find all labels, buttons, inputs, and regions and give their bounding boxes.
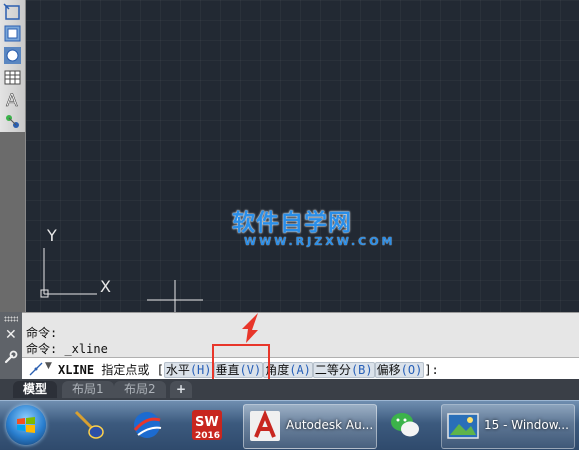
add-layout-button[interactable]: + [170, 381, 193, 398]
ucs-overlay: Y X [40, 226, 203, 312]
wrench-icon[interactable] [4, 350, 18, 364]
taskbar-autocad-label: Autodesk Au... [286, 418, 374, 432]
guitar-app-icon[interactable] [72, 408, 106, 442]
tab-layout2[interactable]: 布局2 [114, 381, 166, 398]
point-style-icon[interactable] [3, 112, 22, 131]
close-icon[interactable]: ✕ [5, 327, 17, 343]
circle-tool-icon[interactable] [3, 46, 22, 65]
ucs-icon [40, 248, 97, 298]
watermark: 软件自学网 WWW.RJZXW.COM [232, 210, 396, 248]
command-window-sidebar: ✕ [0, 312, 22, 379]
autocad-icon [250, 409, 280, 441]
text-tool-icon[interactable]: A [3, 90, 22, 109]
svg-text:A: A [6, 91, 18, 109]
solidworks-icon[interactable]: SW 2016 [190, 408, 224, 442]
chevron-down-icon[interactable]: ▼ [45, 361, 52, 371]
ucs-x-label: X [100, 277, 111, 296]
tab-layout1[interactable]: 布局1 [62, 381, 114, 398]
command-prompt-text: 指定点或 [ [94, 363, 164, 377]
table-icon[interactable] [3, 68, 22, 87]
ucs-y-label: Y [46, 226, 57, 245]
option-bisect[interactable]: 二等分(B) [312, 362, 375, 378]
tab-model[interactable]: 模型 [13, 381, 58, 398]
command-history-line: 命令: _xline [26, 342, 108, 356]
tool-palette: A [0, 0, 26, 312]
windows-logo-icon [17, 417, 35, 433]
solidworks-year: 2016 [195, 431, 220, 441]
taskbar: SW 2016 Autodesk Au... 15 - Window... [0, 400, 579, 450]
region-icon[interactable] [3, 24, 22, 43]
wechat-icon[interactable] [388, 408, 422, 442]
photo-viewer-icon [447, 413, 479, 439]
palette-scroll-area [0, 132, 25, 312]
annotation-arrow-icon [242, 313, 258, 343]
command-prompt-suffix: ]: [424, 363, 439, 377]
select-window-icon[interactable] [3, 3, 22, 22]
option-horizontal[interactable]: 水平(H) [163, 362, 214, 378]
xline-command-icon[interactable] [29, 362, 43, 376]
taskbar-autocad-button[interactable]: Autodesk Au... [243, 404, 377, 449]
option-offset[interactable]: 偏移(O) [374, 362, 425, 378]
command-line-input[interactable]: ▼ XLINE 指定点或 [水平(H) 垂直(V) 角度(A) 二等分(B) 偏移(O)… [22, 357, 579, 381]
drag-grip-icon[interactable] [4, 316, 18, 322]
watermark-url: WWW.RJZXW.COM [244, 235, 396, 248]
watermark-title: 软件自学网 [232, 210, 352, 236]
crosshair-cursor [147, 280, 203, 312]
taskbar-window-label: 15 - Window... [484, 418, 569, 432]
command-history-line: 命令: [26, 326, 58, 340]
layout-tabs: 模型 布局1 布局2 + [0, 379, 579, 400]
option-angle[interactable]: 角度(A) [263, 362, 313, 378]
command-keyword: XLINE [58, 363, 95, 377]
svg-text:SW: SW [195, 415, 219, 430]
taskbar-photo-viewer-button[interactable]: 15 - Window... [441, 404, 575, 449]
browser-app-icon[interactable] [130, 408, 164, 442]
